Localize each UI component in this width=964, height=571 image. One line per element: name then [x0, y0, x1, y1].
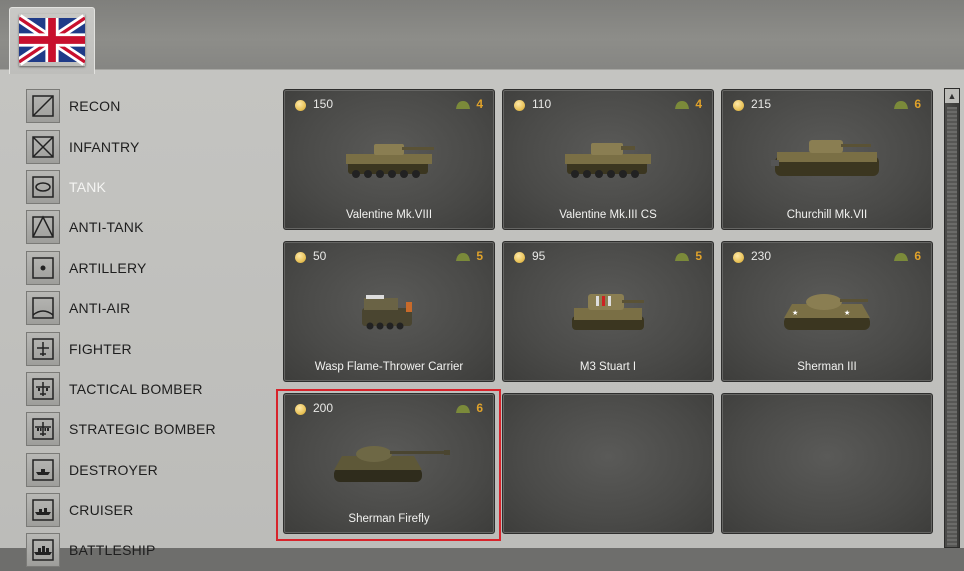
- fighter-icon: [26, 331, 60, 366]
- category-tactical-bomber[interactable]: TACTICAL BOMBER: [26, 369, 276, 409]
- unit-cost: 150: [313, 97, 334, 111]
- cruiser-icon: [26, 493, 60, 528]
- union-jack-flag-icon: [19, 14, 85, 66]
- destroyer-icon: [26, 452, 60, 487]
- anti-tank-icon: [26, 210, 60, 245]
- unit-card-wasp-flame-thrower-carrier[interactable]: 50 5 Wasp Flame-Thrower Carrier: [283, 241, 495, 382]
- tank-unit-image: [771, 140, 879, 176]
- category-label: BATTLESHIP: [69, 542, 156, 559]
- cost-coin-icon: [295, 100, 306, 111]
- category-artillery[interactable]: ARTILLERY: [26, 248, 276, 288]
- category-infantry[interactable]: INFANTRY: [26, 126, 276, 166]
- unit-name: Sherman Firefly: [348, 513, 430, 525]
- category-anti-tank[interactable]: ANTI-TANK: [26, 207, 276, 247]
- unit-cost: 50: [313, 249, 327, 263]
- infantry-icon: [26, 129, 60, 164]
- unit-card-churchill-mk-vii[interactable]: 215 6 Churchill Mk.VII: [721, 89, 933, 230]
- artillery-icon: [26, 250, 60, 285]
- category-destroyer[interactable]: DESTROYER: [26, 450, 276, 490]
- unit-name: Sherman III: [797, 361, 857, 373]
- unit-tier: 5: [476, 249, 483, 263]
- category-cruiser[interactable]: CRUISER: [26, 490, 276, 530]
- category-fighter[interactable]: FIGHTER: [26, 328, 276, 368]
- svg-text:★: ★: [792, 309, 798, 317]
- category-label: ANTI-TANK: [69, 219, 144, 236]
- unit-cost: 200: [313, 401, 334, 415]
- unit-tier: 4: [476, 97, 483, 111]
- category-recon[interactable]: RECON: [26, 86, 276, 126]
- cost-coin-icon: [514, 252, 525, 263]
- unit-card-sherman-iii[interactable]: 230 6 ★ ★ Sherman III: [721, 241, 933, 382]
- helmet-icon: [456, 101, 470, 109]
- helmet-icon: [894, 253, 908, 261]
- unit-name: Wasp Flame-Thrower Carrier: [314, 361, 464, 373]
- unit-name: Churchill Mk.VII: [786, 209, 868, 221]
- unit-cost: 95: [532, 249, 546, 263]
- helmet-icon: [675, 101, 689, 109]
- category-label: FIGHTER: [69, 340, 132, 357]
- tank-unit-image: [572, 294, 644, 330]
- carrier-unit-image: [362, 295, 412, 330]
- category-label: TACTICAL BOMBER: [69, 380, 203, 397]
- tank-unit-image: [334, 446, 450, 482]
- category-strategic-bomber[interactable]: STRATEGIC BOMBER: [26, 409, 276, 449]
- strategic-bomber-icon: [26, 412, 60, 447]
- cost-coin-icon: [514, 100, 525, 111]
- tank-unit-image: [565, 143, 651, 178]
- cost-coin-icon: [295, 404, 306, 415]
- unit-card-m3-stuart-i[interactable]: 95 5 M3 Stuart I: [502, 241, 714, 382]
- unit-card-sherman-firefly[interactable]: 200 6 Sherman Firefly: [283, 393, 495, 534]
- faction-tab-uk[interactable]: [9, 7, 95, 74]
- unit-cost: 110: [532, 97, 552, 111]
- cost-coin-icon: [295, 252, 306, 263]
- tank-unit-image: ★ ★: [784, 294, 870, 330]
- unit-category-list: RECON INFANTRY TANK ANTI-TANK ARTILLERY …: [26, 86, 276, 571]
- battleship-icon: [26, 533, 60, 568]
- cost-coin-icon: [733, 252, 744, 263]
- category-label: ARTILLERY: [69, 259, 147, 276]
- category-label: INFANTRY: [69, 138, 140, 155]
- top-bar: [0, 0, 964, 72]
- recon-icon: [26, 89, 60, 124]
- anti-air-icon: [26, 291, 60, 326]
- unit-tier: 6: [914, 97, 921, 111]
- empty-unit-slot: [502, 393, 714, 534]
- unit-name: Valentine Mk.VIII: [345, 209, 433, 221]
- category-anti-air[interactable]: ANTI-AIR: [26, 288, 276, 328]
- category-label: CRUISER: [69, 502, 134, 519]
- tactical-bomber-icon: [26, 371, 60, 406]
- category-battleship[interactable]: BATTLESHIP: [26, 530, 276, 570]
- category-label: STRATEGIC BOMBER: [69, 421, 216, 438]
- helmet-icon: [456, 405, 470, 413]
- unit-tier: 5: [695, 249, 702, 263]
- tank-unit-image: [346, 144, 434, 178]
- unit-list-scrollbar[interactable]: ▲: [944, 88, 960, 548]
- category-label: TANK: [69, 178, 107, 195]
- unit-card-valentine-mk-iii-cs[interactable]: 110 4 Valentine Mk.III CS: [502, 89, 714, 230]
- unit-tier: 6: [476, 401, 483, 415]
- category-label: ANTI-AIR: [69, 300, 131, 317]
- scroll-up-arrow-icon[interactable]: ▲: [945, 89, 959, 103]
- unit-cost: 230: [751, 249, 772, 263]
- unit-cost: 215: [751, 97, 772, 111]
- helmet-icon: [675, 253, 689, 261]
- category-label: RECON: [69, 98, 121, 115]
- tank-icon: [26, 169, 60, 204]
- helmet-icon: [894, 101, 908, 109]
- svg-text:★: ★: [844, 309, 850, 317]
- category-label: DESTROYER: [69, 461, 158, 478]
- unit-name: M3 Stuart I: [579, 361, 637, 373]
- unit-tier: 4: [695, 97, 702, 111]
- helmet-icon: [456, 253, 470, 261]
- category-tank[interactable]: TANK: [26, 167, 276, 207]
- unit-name: Valentine Mk.III CS: [559, 209, 657, 221]
- cost-coin-icon: [733, 100, 744, 111]
- unit-tier: 6: [914, 249, 921, 263]
- scrollbar-thumb[interactable]: [947, 107, 957, 547]
- unit-card-valentine-mk-viii[interactable]: 150 4 Valentine Mk.VIII: [283, 89, 495, 230]
- empty-unit-slot: [721, 393, 933, 534]
